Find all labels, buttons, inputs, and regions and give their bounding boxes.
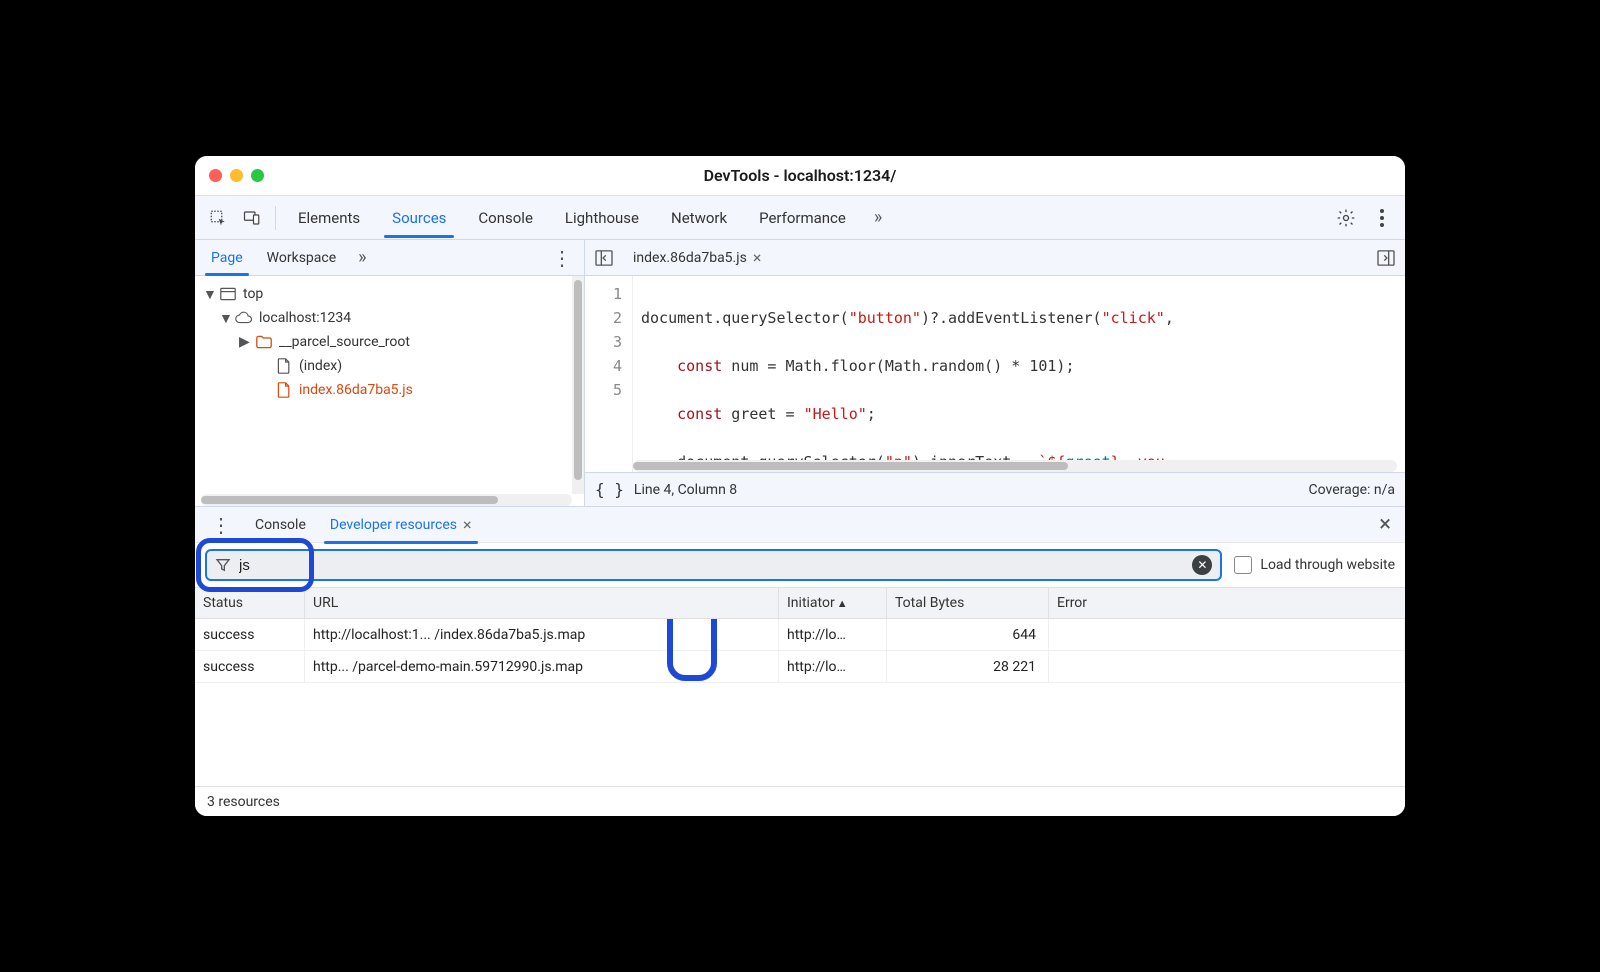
tree-label: (index) [299, 358, 342, 374]
line-number: 4 [585, 354, 622, 378]
line-number: 3 [585, 330, 622, 354]
close-drawer-tab-icon[interactable]: × [463, 515, 472, 534]
filter-box[interactable]: ✕ [205, 549, 1222, 581]
subtab-page[interactable]: Page [201, 243, 253, 273]
editor-tabbar: index.86da7ba5.js × [585, 240, 1405, 276]
cell-status: success [195, 619, 305, 650]
drawer-tab-console[interactable]: Console [245, 510, 316, 540]
tab-network[interactable]: Network [657, 201, 741, 235]
line-number: 5 [585, 378, 622, 402]
col-header-initiator[interactable]: Initiator▲ [779, 588, 887, 618]
file-tab-label: index.86da7ba5.js [633, 250, 747, 266]
cell-url: http... /parcel-demo-main.59712990.js.ma… [305, 651, 779, 682]
tabs-overflow-icon[interactable]: » [864, 199, 892, 236]
col-header-status[interactable]: Status [195, 588, 305, 618]
filter-icon [215, 557, 231, 573]
line-number: 2 [585, 306, 622, 330]
show-navigator-icon[interactable] [591, 245, 617, 271]
tree-label: localhost:1234 [259, 310, 351, 326]
coverage-status: Coverage: n/a [1309, 482, 1395, 498]
drawer-more-icon[interactable]: ⋮ [201, 508, 241, 542]
show-debugger-icon[interactable] [1373, 245, 1399, 271]
load-through-website-checkbox[interactable]: Load through website [1234, 556, 1395, 574]
close-tab-icon[interactable]: × [753, 248, 762, 267]
table-row[interactable]: success http... /parcel-demo-main.597129… [195, 651, 1405, 683]
main-tabbar: Elements Sources Console Lighthouse Netw… [195, 196, 1405, 240]
cell-initiator: http://lo… [779, 619, 887, 650]
resources-table-header: Status URL Initiator▲ Total Bytes Error [195, 587, 1405, 619]
code-content[interactable]: document.querySelector("button")?.addEve… [633, 276, 1405, 472]
line-gutter: 1 2 3 4 5 [585, 276, 633, 472]
resources-footer: 3 resources [195, 786, 1405, 816]
cell-error [1049, 619, 1405, 650]
cell-status: success [195, 651, 305, 682]
tree-horizontal-scrollbar[interactable] [201, 494, 572, 506]
col-header-url[interactable]: URL [305, 588, 779, 618]
line-number: 1 [585, 282, 622, 306]
titlebar: DevTools - localhost:1234/ [195, 156, 1405, 196]
navigator-more-icon[interactable]: ⋮ [546, 242, 578, 274]
tab-lighthouse[interactable]: Lighthouse [551, 201, 653, 235]
clear-filter-icon[interactable]: ✕ [1192, 555, 1212, 575]
tab-performance[interactable]: Performance [745, 201, 860, 235]
editor-pane: index.86da7ba5.js × 1 2 3 4 5 document.q… [585, 240, 1405, 506]
divider [275, 206, 276, 230]
sort-asc-icon: ▲ [837, 597, 848, 610]
cell-initiator: http://lo… [779, 651, 887, 682]
drawer: ⋮ Console Developer resources × × ✕ Load… [195, 506, 1405, 816]
workspace: Page Workspace » ⋮ ▼ top ▼ localhost:123… [195, 240, 1405, 506]
col-header-error[interactable]: Error [1049, 588, 1405, 618]
devtools-window: DevTools - localhost:1234/ Elements Sour… [195, 156, 1405, 816]
inspect-element-icon[interactable] [203, 203, 233, 233]
more-menu-icon[interactable] [1367, 203, 1397, 233]
tab-console[interactable]: Console [464, 201, 547, 235]
cell-error [1049, 651, 1405, 682]
editor-statusbar: { } Line 4, Column 8 Coverage: n/a [585, 472, 1405, 506]
checkbox-icon[interactable] [1234, 556, 1252, 574]
device-toolbar-icon[interactable] [237, 203, 267, 233]
resources-table-body[interactable]: success http://localhost:1... /index.86d… [195, 619, 1405, 786]
settings-icon[interactable] [1331, 203, 1361, 233]
close-drawer-icon[interactable]: × [1371, 508, 1399, 541]
file-tree[interactable]: ▼ top ▼ localhost:1234 ▶ __parcel_source… [195, 276, 584, 494]
tree-label: __parcel_source_root [279, 334, 410, 350]
tab-elements[interactable]: Elements [284, 201, 374, 235]
navigator-tabs: Page Workspace » ⋮ [195, 240, 584, 276]
pretty-print-icon[interactable]: { } [595, 480, 624, 499]
cell-bytes: 28 221 [887, 651, 1049, 682]
editor-horizontal-scrollbar[interactable] [633, 460, 1397, 472]
tree-file-js[interactable]: index.86da7ba5.js [195, 378, 584, 402]
table-row[interactable]: success http://localhost:1... /index.86d… [195, 619, 1405, 651]
drawer-tabbar: ⋮ Console Developer resources × × [195, 507, 1405, 543]
sources-navigator: Page Workspace » ⋮ ▼ top ▼ localhost:123… [195, 240, 585, 506]
tree-folder[interactable]: ▶ __parcel_source_root [195, 330, 584, 354]
drawer-tab-developer-resources[interactable]: Developer resources × [320, 508, 482, 541]
drawer-tab-label: Developer resources [330, 517, 457, 533]
checkbox-label: Load through website [1260, 557, 1395, 573]
file-tab[interactable]: index.86da7ba5.js × [625, 242, 769, 273]
cell-url: http://localhost:1... /index.86da7ba5.js… [305, 619, 779, 650]
tree-file-index[interactable]: (index) [195, 354, 584, 378]
tree-frame-top[interactable]: ▼ top [195, 282, 584, 306]
tab-sources[interactable]: Sources [378, 201, 460, 235]
resource-count: 3 resources [207, 794, 280, 810]
cursor-position: Line 4, Column 8 [634, 482, 737, 498]
code-editor[interactable]: 1 2 3 4 5 document.querySelector("button… [585, 276, 1405, 472]
tree-label: top [243, 286, 263, 302]
filter-row: ✕ Load through website [195, 543, 1405, 587]
col-header-bytes[interactable]: Total Bytes [887, 588, 1049, 618]
tree-origin[interactable]: ▼ localhost:1234 [195, 306, 584, 330]
subtab-workspace[interactable]: Workspace [257, 243, 347, 273]
tree-vertical-scrollbar[interactable] [572, 276, 584, 494]
cell-bytes: 644 [887, 619, 1049, 650]
tree-label: index.86da7ba5.js [299, 382, 413, 398]
filter-input[interactable] [239, 557, 1184, 574]
window-title: DevTools - localhost:1234/ [195, 166, 1405, 185]
subtabs-overflow-icon[interactable]: » [350, 241, 374, 274]
